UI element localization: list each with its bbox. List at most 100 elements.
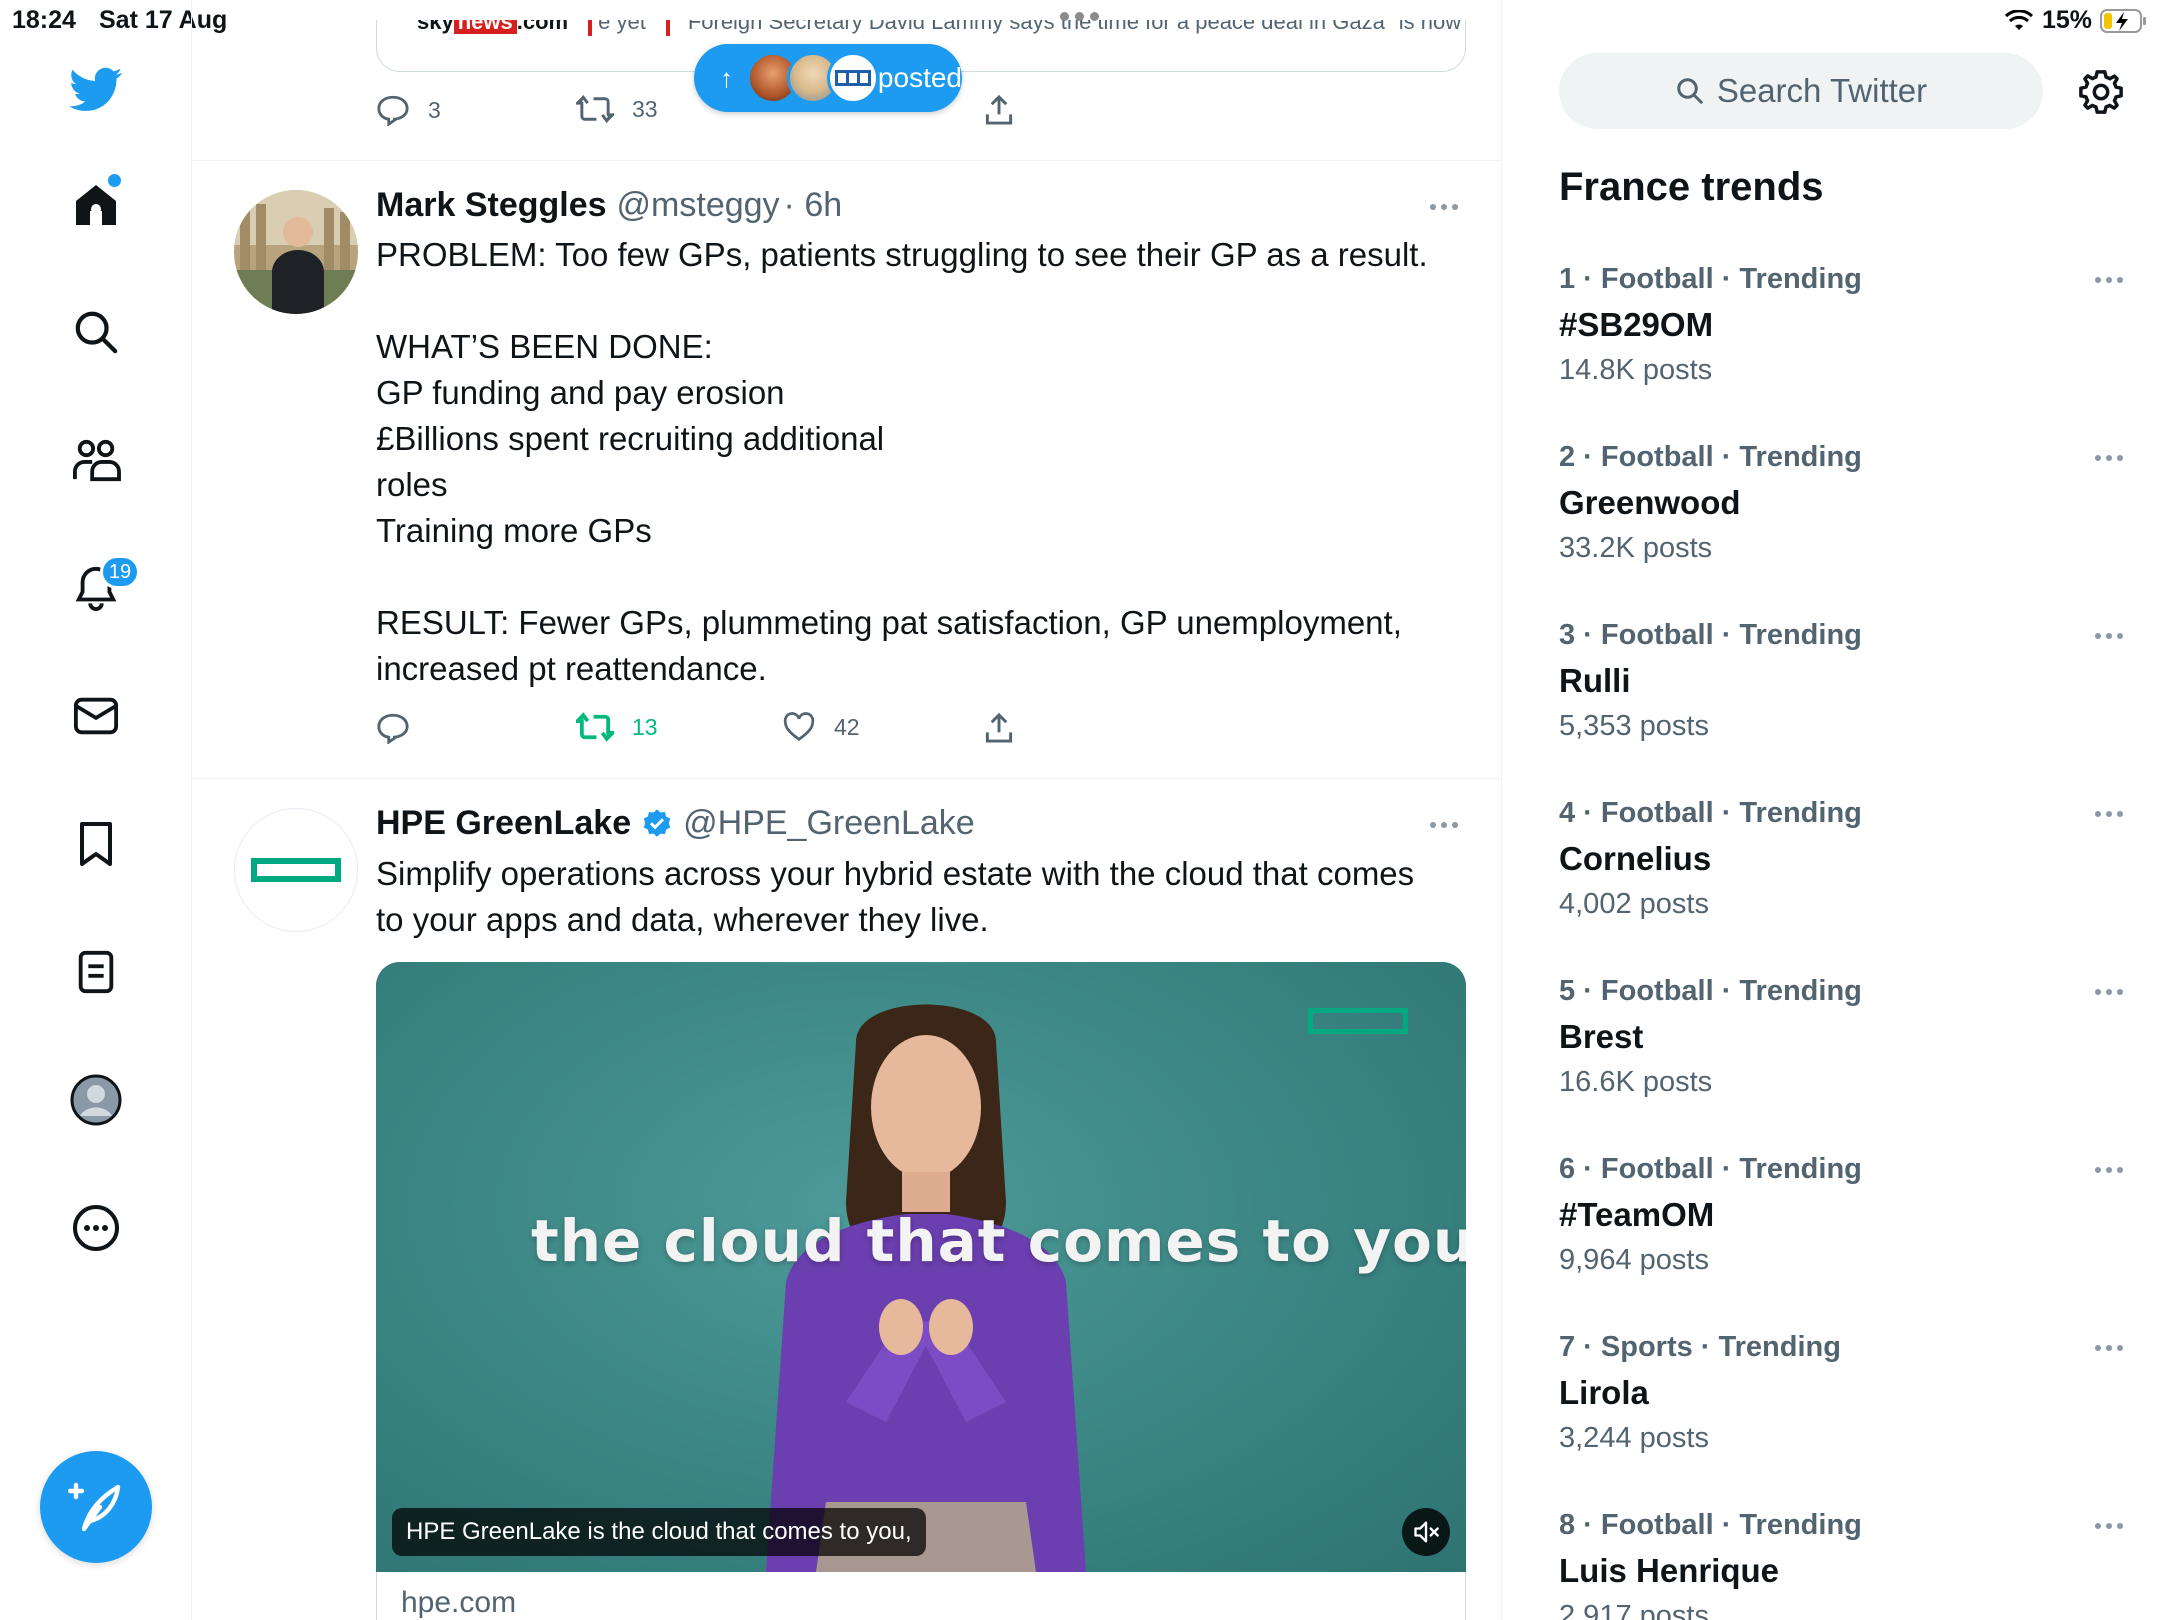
retweet-button[interactable]: 13 <box>576 712 658 742</box>
reply-icon <box>377 95 409 126</box>
communities-icon[interactable] <box>66 430 126 490</box>
trend-count: 3,244 posts <box>1559 1422 1709 1454</box>
divider <box>192 778 1501 779</box>
tweet-time[interactable]: · 6h <box>784 186 843 225</box>
trend-count: 33.2K posts <box>1559 532 1713 564</box>
trend-item[interactable]: 6 · Football · Trending #TeamOM 9,964 po… <box>1559 1153 2139 1277</box>
search-placeholder: Search Twitter <box>1716 72 1928 109</box>
trends-title: France trends <box>1559 165 1824 209</box>
video-player[interactable]: the cloud that comes to you HPE GreenLak… <box>376 962 1466 1572</box>
tweet-header: Mark Steggles @msteggy · 6h <box>376 186 842 225</box>
trend-name: Brest <box>1559 1018 1644 1055</box>
share-icon <box>985 712 1013 743</box>
retweet-icon <box>576 94 614 124</box>
trend-name: #SB29OM <box>1559 306 1714 343</box>
search-icon[interactable] <box>66 302 126 362</box>
trend-item[interactable]: 4 · Football · Trending Cornelius 4,002 … <box>1559 797 2139 921</box>
reply-button[interactable]: 3 <box>376 94 441 126</box>
trend-count: 14.8K posts <box>1559 354 1713 386</box>
profile-avatar-icon[interactable] <box>66 1070 126 1130</box>
right-sidebar: Search Twitter France trends 1 · Footbal… <box>1503 0 2160 1620</box>
reply-button[interactable] <box>376 712 428 744</box>
more-options-icon[interactable] <box>2095 989 2123 995</box>
more-options-icon[interactable] <box>1430 822 1458 828</box>
trend-name: Rulli <box>1559 662 1631 699</box>
trend-item[interactable]: 1 · Football · Trending #SB29OM 14.8K po… <box>1559 263 2139 387</box>
trend-item[interactable]: 2 · Football · Trending Greenwood 33.2K … <box>1559 441 2139 565</box>
share-button[interactable] <box>984 712 1014 744</box>
pill-avatars <box>747 52 879 104</box>
more-circle-icon[interactable] <box>66 1198 126 1258</box>
twitter-bird-icon[interactable] <box>66 60 126 120</box>
trend-count: 4,002 posts <box>1559 888 1709 920</box>
divider <box>192 160 1501 161</box>
hpe-logo-icon <box>1308 1008 1408 1034</box>
author-name[interactable]: HPE GreenLake <box>376 804 631 843</box>
reply-icon <box>377 713 409 744</box>
retweet-count: 33 <box>632 95 658 122</box>
trend-count: 9,964 posts <box>1559 1244 1709 1276</box>
trend-item[interactable]: 7 · Sports · Trending Lirola 3,244 posts <box>1559 1331 2139 1455</box>
lists-icon[interactable] <box>66 942 126 1002</box>
search-icon <box>1677 78 1703 104</box>
card-snippet: e yet <box>598 20 646 34</box>
more-options-icon[interactable] <box>2095 811 2123 817</box>
avatar[interactable] <box>234 190 358 314</box>
retweet-count: 13 <box>632 713 658 740</box>
new-posts-pill[interactable]: ↑ posted <box>694 44 962 112</box>
like-button[interactable]: 42 <box>782 712 860 742</box>
more-options-icon[interactable] <box>1430 204 1458 210</box>
timeline: sky news .com e yet Foreign Secretary Davi… <box>192 0 1502 1620</box>
verified-badge-icon <box>643 808 671 837</box>
share-icon <box>985 94 1013 125</box>
search-input[interactable]: Search Twitter <box>1559 53 2043 129</box>
trend-item[interactable]: 5 · Football · Trending Brest 16.6K post… <box>1559 975 2139 1099</box>
home-unread-dot <box>108 174 121 187</box>
card-headline: Foreign Secretary David Lammy says the t… <box>687 20 1466 34</box>
more-options-icon[interactable] <box>2095 455 2123 461</box>
more-options-icon[interactable] <box>2095 1523 2123 1529</box>
like-count: 42 <box>834 713 860 740</box>
trend-meta: 1 · Football · Trending <box>1559 263 1862 295</box>
trend-meta: 7 · Sports · Trending <box>1559 1331 1841 1363</box>
compose-feather-icon <box>68 1482 121 1532</box>
author-handle[interactable]: @HPE_GreenLake <box>683 804 975 843</box>
avatar[interactable] <box>234 808 358 932</box>
trend-name: Cornelius <box>1559 840 1712 877</box>
retweet-icon <box>576 712 614 742</box>
trend-name: #TeamOM <box>1559 1196 1715 1233</box>
retweet-button[interactable]: 33 <box>576 94 658 124</box>
mute-button[interactable] <box>1402 1508 1450 1556</box>
pill-label: posted <box>877 62 962 93</box>
tweet-text: Simplify operations across your hybrid e… <box>376 855 1415 938</box>
compose-tweet-button[interactable] <box>40 1451 152 1563</box>
author-handle[interactable]: @msteggy <box>617 186 780 225</box>
settings-gear-icon[interactable] <box>2073 64 2129 120</box>
tweet-header: HPE GreenLake @HPE_GreenLake <box>376 804 975 843</box>
card-source: sky news .com <box>417 20 568 35</box>
author-name[interactable]: Mark Steggles <box>376 186 607 225</box>
messages-envelope-icon[interactable] <box>66 686 126 746</box>
more-options-icon[interactable] <box>2095 277 2123 283</box>
more-options-icon[interactable] <box>2095 1345 2123 1351</box>
tweet-text: PROBLEM: Too few GPs, patients strugglin… <box>376 236 1428 687</box>
hpe-logo-icon <box>251 858 341 882</box>
trend-meta: 5 · Football · Trending <box>1559 975 1862 1007</box>
trend-count: 5,353 posts <box>1559 710 1709 742</box>
trend-count: 16.6K posts <box>1559 1066 1713 1098</box>
arrow-up-icon: ↑ <box>720 62 733 93</box>
trend-item[interactable]: 3 · Football · Trending Rulli 5,353 post… <box>1559 619 2139 743</box>
video-overlay-text: the cloud that comes to you <box>531 1207 1466 1275</box>
trend-meta: 3 · Football · Trending <box>1559 619 1862 651</box>
speaker-muted-icon <box>1414 1521 1439 1543</box>
trend-name: Luis Henrique <box>1559 1552 1780 1589</box>
share-button[interactable] <box>984 94 1014 126</box>
trend-name: Lirola <box>1559 1374 1649 1411</box>
link-domain[interactable]: hpe.com <box>376 1572 1466 1620</box>
bookmark-icon[interactable] <box>66 814 126 874</box>
more-options-icon[interactable] <box>2095 633 2123 639</box>
trend-meta: 8 · Football · Trending <box>1559 1509 1862 1541</box>
trend-item[interactable]: 8 · Football · Trending Luis Henrique 2,… <box>1559 1509 2139 1620</box>
more-options-icon[interactable] <box>2095 1167 2123 1173</box>
trend-meta: 2 · Football · Trending <box>1559 441 1862 473</box>
